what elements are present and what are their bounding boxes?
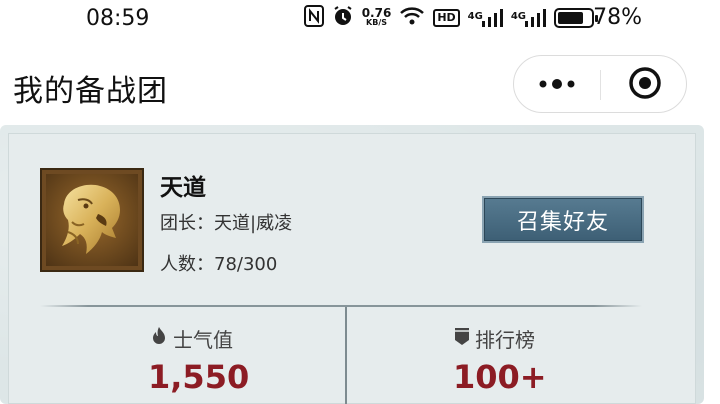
more-dots-icon <box>537 76 577 95</box>
stats-vertical-divider <box>345 307 347 404</box>
nfc-icon <box>303 5 324 31</box>
team-emblem <box>40 168 144 272</box>
net-speed: 0.76 KB/S <box>361 6 392 28</box>
morale-stat-label: 士气值 <box>150 324 233 353</box>
more-button[interactable] <box>514 56 600 114</box>
signal-label-1: 4G <box>467 11 483 22</box>
rank-value[interactable]: 100+ <box>453 358 547 396</box>
mini-program-capsule <box>513 55 687 113</box>
summon-friends-button[interactable]: 召集好友 <box>482 196 644 243</box>
battery-fill <box>558 12 583 24</box>
shield-icon <box>454 326 470 351</box>
battery-percent: 78% <box>593 5 642 30</box>
page-title: 我的备战团 <box>13 74 168 109</box>
tiger-emblem-icon <box>46 174 138 266</box>
team-leader: 团长：天道|威凌 <box>160 213 293 234</box>
rank-stat-label[interactable]: 排行榜 <box>454 324 535 353</box>
hd-badge: HD <box>433 9 460 27</box>
header: 我的备战团 <box>0 38 720 130</box>
net-speed-value: 0.76 <box>361 6 392 20</box>
status-icons: 0.76 KB/S HD 4G 4G <box>303 5 598 31</box>
status-time: 08:59 <box>86 6 150 31</box>
wifi-icon <box>399 6 425 30</box>
rank-label-text: 排行榜 <box>475 328 535 352</box>
net-speed-unit: KB/S <box>366 18 387 27</box>
flame-icon <box>150 326 168 351</box>
target-close-icon <box>628 66 662 104</box>
team-member-count: 人数：78/300 <box>160 254 278 275</box>
stats-divider <box>40 305 642 307</box>
status-bar: 08:59 0.76 KB/S HD 4G 4G 78% <box>0 0 720 38</box>
battery-icon <box>554 8 598 28</box>
alarm-icon <box>332 5 354 31</box>
morale-label-text: 士气值 <box>173 328 233 352</box>
signal-icon-1: 4G <box>468 8 503 28</box>
signal-icon-2: 4G <box>511 8 546 28</box>
signal-label-2: 4G <box>510 11 526 22</box>
morale-value: 1,550 <box>148 358 250 396</box>
team-name: 天道 <box>160 175 206 201</box>
close-button[interactable] <box>601 56 688 114</box>
